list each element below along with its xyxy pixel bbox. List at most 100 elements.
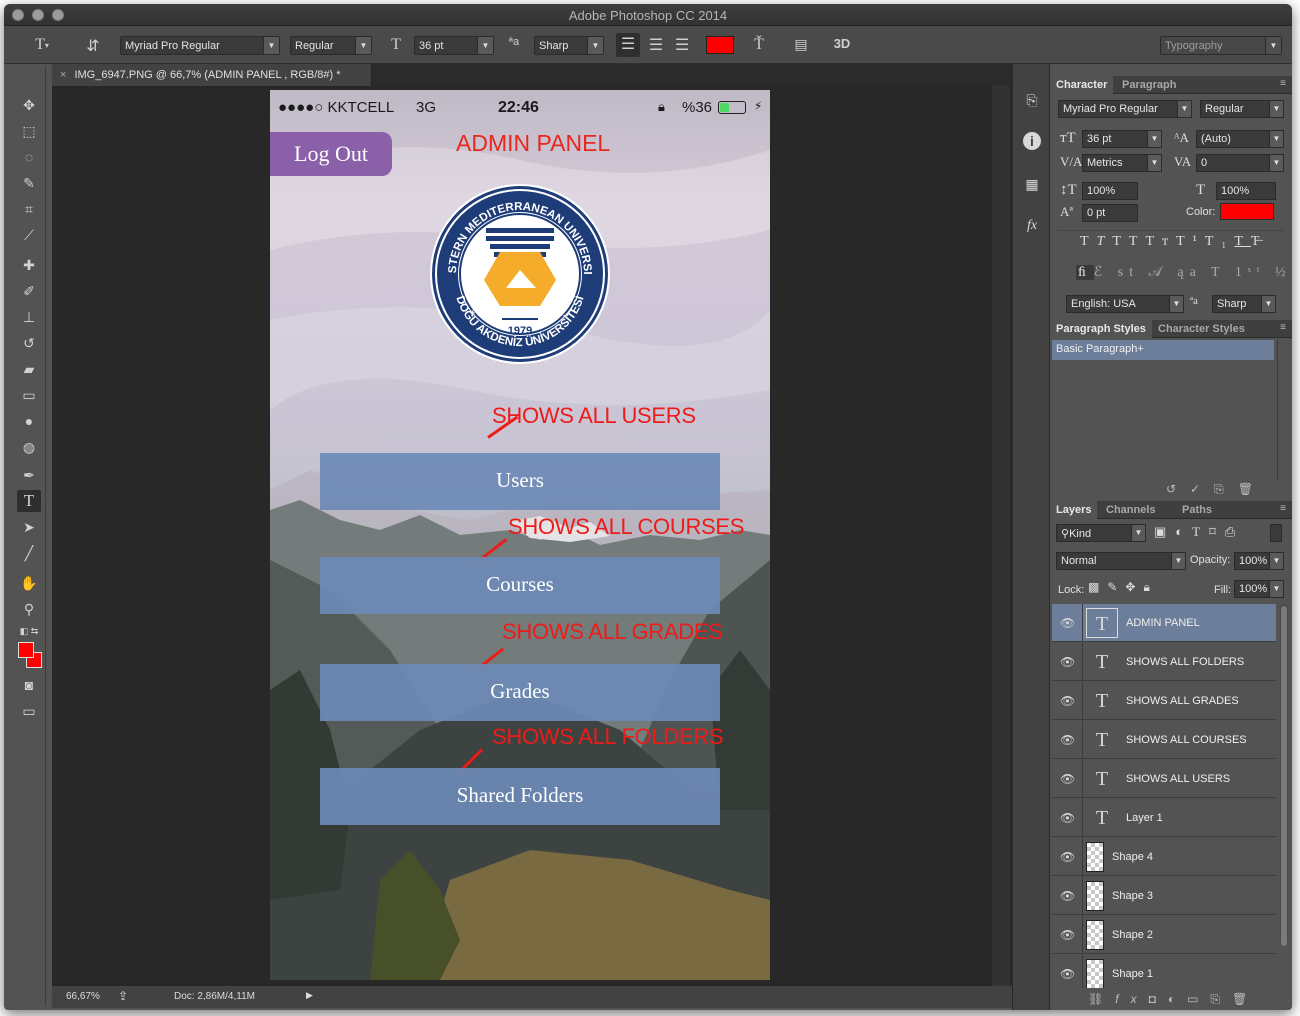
align-left-icon[interactable]: ☰	[616, 33, 640, 57]
char-antialias-select[interactable]: Sharp ▼	[1212, 295, 1276, 313]
character-panel-toggle-icon[interactable]: ▤	[790, 36, 812, 55]
layer-row[interactable]: 👁︎ T SHOWS ALL USERS	[1052, 760, 1276, 798]
close-tab-icon[interactable]: ×	[60, 69, 66, 81]
pen-tool-icon[interactable]: ✒	[17, 464, 41, 486]
layers-footer-icons[interactable]: ⛓fx◘◐▭⎘🗑︎	[1088, 992, 1259, 1007]
font-style-select[interactable]: Regular ▼	[290, 36, 372, 55]
char-vertical-scale-input[interactable]: 100%	[1082, 182, 1138, 200]
healing-brush-tool-icon[interactable]: ✚	[17, 254, 41, 276]
layer-filter-select[interactable]: ⚲Kind ▼	[1056, 524, 1146, 542]
faux-style-buttons[interactable]: TTTTTᴛT¹T₁TT̶	[1080, 234, 1267, 250]
visibility-eye-icon[interactable]: 👁︎	[1060, 655, 1075, 669]
visibility-eye-icon[interactable]: 👁︎	[1060, 733, 1075, 747]
info-panel-icon[interactable]: i	[1023, 132, 1041, 150]
filter-toggle[interactable]	[1270, 524, 1282, 542]
tab-layers[interactable]: Layers	[1050, 501, 1098, 519]
courses-button[interactable]: Courses	[320, 557, 720, 614]
grades-button[interactable]: Grades	[320, 664, 720, 721]
workspace-select[interactable]: Typography ▼	[1160, 36, 1282, 55]
lasso-tool-icon[interactable]: ◌	[17, 146, 41, 168]
share-icon[interactable]: ⇪	[118, 989, 128, 1003]
visibility-eye-icon[interactable]: 👁︎	[1060, 850, 1075, 864]
panel-menu-icon[interactable]: ≡	[1280, 78, 1286, 89]
status-menu-arrow-icon[interactable]: ▶	[306, 990, 313, 1001]
type-tool-preset-icon[interactable]: T▾	[30, 36, 54, 55]
swatches-panel-icon[interactable]: ▦	[1022, 174, 1042, 194]
text-color-swatch[interactable]	[706, 36, 734, 54]
char-font-style-select[interactable]: Regular ▼	[1200, 100, 1284, 118]
history-brush-tool-icon[interactable]: ↺	[17, 332, 41, 354]
char-baseline-input[interactable]: 0 pt	[1082, 204, 1138, 222]
tab-paragraph[interactable]: Paragraph	[1116, 76, 1182, 94]
visibility-eye-icon[interactable]: 👁︎	[1060, 928, 1075, 942]
tab-paths[interactable]: Paths	[1176, 501, 1218, 519]
layer-row[interactable]: 👁︎ T SHOWS ALL COURSES	[1052, 721, 1276, 759]
visibility-eye-icon[interactable]: 👁︎	[1060, 967, 1075, 981]
toggle-text-orientation-icon[interactable]: ⇵	[82, 36, 104, 55]
vertical-scrollbar[interactable]	[992, 86, 1010, 986]
panel-menu-icon[interactable]: ≡	[1280, 503, 1286, 514]
marquee-tool-icon[interactable]: ⬚	[17, 120, 41, 142]
language-select[interactable]: English: USA ▼	[1066, 295, 1184, 313]
warp-text-icon[interactable]: Ť	[748, 36, 770, 55]
char-color-swatch[interactable]	[1220, 203, 1274, 220]
brush-tool-icon[interactable]: ✐	[17, 280, 41, 302]
layer-row[interactable]: 👁︎ Shape 4	[1052, 838, 1276, 876]
default-colors-icon[interactable]: ◧ ⇆	[17, 620, 41, 642]
history-panel-icon[interactable]: ⎘	[1022, 90, 1042, 110]
blur-tool-icon[interactable]: ●	[17, 410, 41, 432]
blend-mode-select[interactable]: Normal ▼	[1056, 552, 1186, 570]
zoom-tool-icon[interactable]: ⚲	[17, 598, 41, 620]
layer-row[interactable]: 👁︎ T SHOWS ALL FOLDERS	[1052, 643, 1276, 681]
lock-option-icons[interactable]: ▩✎✥🔒︎	[1088, 580, 1158, 595]
visibility-eye-icon[interactable]: 👁︎	[1060, 616, 1075, 630]
document-tab[interactable]: × IMG_6947.PNG @ 66,7% (ADMIN PANEL , RGB…	[52, 64, 372, 86]
char-tracking-select[interactable]: 0 ▼	[1196, 154, 1284, 172]
eraser-tool-icon[interactable]: ▰	[17, 358, 41, 380]
logout-button[interactable]: Log Out	[270, 132, 392, 176]
char-font-family-select[interactable]: Myriad Pro Regular ▼	[1058, 100, 1192, 118]
tab-character[interactable]: Character	[1050, 76, 1114, 94]
3d-button[interactable]: 3D	[830, 36, 854, 55]
styles-panel-footer-icons[interactable]: ↺✓⎘🗑︎	[1166, 482, 1267, 497]
align-right-icon[interactable]: ☰	[670, 36, 694, 55]
clone-stamp-tool-icon[interactable]: ⊥	[17, 306, 41, 328]
eyedropper-tool-icon[interactable]: ⟋	[17, 224, 41, 246]
layer-filter-icons[interactable]: ▣◐T⌑⎙	[1154, 524, 1244, 540]
path-selection-tool-icon[interactable]: ➤	[17, 516, 41, 538]
align-center-icon[interactable]: ☰	[644, 36, 668, 55]
zoom-level[interactable]: 66,67%	[66, 991, 100, 1002]
visibility-eye-icon[interactable]: 👁︎	[1060, 889, 1075, 903]
layer-row[interactable]: 👁︎ Shape 3	[1052, 877, 1276, 915]
layers-scrollbar[interactable]	[1280, 604, 1288, 946]
move-tool-icon[interactable]: ✥	[17, 94, 41, 116]
line-tool-icon[interactable]: ╱	[17, 542, 41, 564]
font-family-select[interactable]: Myriad Pro Regular ▼	[120, 36, 280, 55]
quick-mask-icon[interactable]: ◙	[17, 674, 41, 696]
antialias-select[interactable]: Sharp ▼	[534, 36, 604, 55]
char-horizontal-scale-input[interactable]: 100%	[1216, 182, 1276, 200]
opacity-input[interactable]: 100% ▼	[1234, 552, 1284, 570]
tab-channels[interactable]: Channels	[1100, 501, 1162, 519]
layer-row[interactable]: 👁︎ Shape 1	[1052, 955, 1276, 988]
panel-menu-icon[interactable]: ≡	[1280, 322, 1286, 333]
type-tool-icon[interactable]: T	[17, 490, 41, 512]
visibility-eye-icon[interactable]: 👁︎	[1060, 811, 1075, 825]
char-leading-select[interactable]: (Auto) ▼	[1196, 130, 1284, 148]
shared-folders-button[interactable]: Shared Folders	[320, 768, 720, 825]
visibility-eye-icon[interactable]: 👁︎	[1060, 694, 1075, 708]
char-size-select[interactable]: 36 pt ▼	[1082, 130, 1162, 148]
hand-tool-icon[interactable]: ✋	[17, 572, 41, 594]
dodge-tool-icon[interactable]: ◍	[17, 436, 41, 458]
users-button[interactable]: Users	[320, 453, 720, 510]
char-kerning-select[interactable]: Metrics ▼	[1082, 154, 1162, 172]
tab-paragraph-styles[interactable]: Paragraph Styles	[1050, 320, 1152, 338]
screen-mode-icon[interactable]: ▭	[17, 700, 41, 722]
styles-panel-icon[interactable]: fx	[1022, 216, 1042, 236]
font-size-select[interactable]: 36 pt ▼	[414, 36, 494, 55]
fill-input[interactable]: 100% ▼	[1234, 580, 1284, 598]
phone-artboard[interactable]: ●●●●○ KKTCELL 3G 22:46 🔒︎ %36 ⚡︎ Log Out…	[270, 90, 770, 980]
tab-character-styles[interactable]: Character Styles	[1152, 320, 1251, 338]
layer-row[interactable]: 👁︎ T Layer 1	[1052, 799, 1276, 837]
opentype-buttons[interactable]: ﬁℰ st 𝒜 ąa T 1ˢᵗ ½	[1076, 264, 1291, 281]
